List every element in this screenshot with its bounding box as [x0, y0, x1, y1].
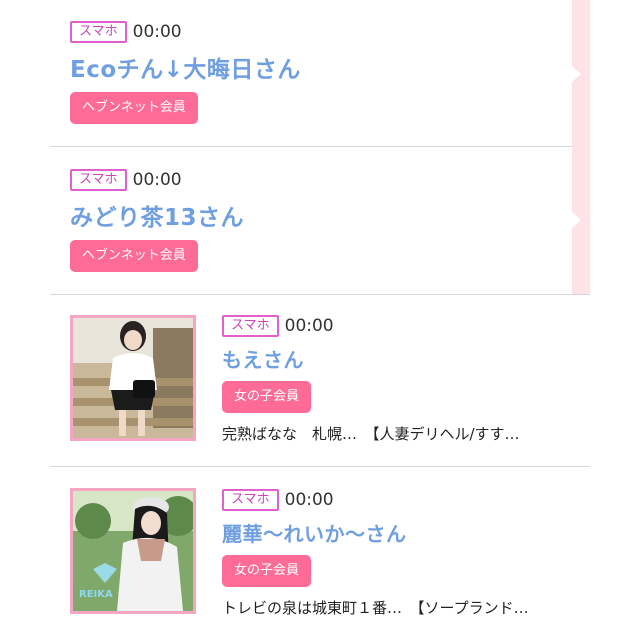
entry-meta: スマホ 00:00: [222, 314, 582, 338]
post-time: 00:00: [132, 22, 182, 42]
divider: [50, 294, 590, 295]
divider: [50, 466, 590, 467]
profile-photo[interactable]: [70, 315, 196, 441]
user-name-link[interactable]: Ecoチん↓大晦日さん: [70, 50, 610, 84]
member-type-button[interactable]: 女の子会員: [222, 381, 312, 413]
entry-meta: スマホ 00:00: [222, 488, 582, 512]
user-name-link[interactable]: みどり茶13さん: [70, 198, 610, 232]
profile-photo[interactable]: REIKA: [70, 488, 196, 614]
device-badge: スマホ: [222, 489, 279, 511]
post-time: 00:00: [284, 490, 334, 510]
member-type-button[interactable]: ヘブンネット会員: [70, 92, 198, 124]
device-badge: スマホ: [70, 21, 127, 43]
message-preview[interactable]: トレビの泉は城東町１番… 【ソープランド…: [222, 597, 582, 618]
list-item: スマホ 00:00 Ecoチん↓大晦日さん ヘブンネット会員: [70, 20, 610, 124]
member-type-button[interactable]: 女の子会員: [222, 555, 312, 587]
entry-meta: スマホ 00:00: [70, 20, 610, 44]
list-item: スマホ 00:00 麗華〜れいか〜さん 女の子会員 トレビの泉は城東町１番… 【…: [222, 488, 582, 618]
message-board-list: スマホ 00:00 Ecoチん↓大晦日さん ヘブンネット会員 スマホ 00:00…: [0, 0, 640, 640]
photo-watermark: REIKA: [79, 589, 113, 600]
list-item: スマホ 00:00 みどり茶13さん ヘブンネット会員: [70, 168, 610, 272]
device-badge: スマホ: [222, 315, 279, 337]
divider: [50, 146, 572, 147]
post-time: 00:00: [132, 170, 182, 190]
device-badge: スマホ: [70, 169, 127, 191]
entry-meta: スマホ 00:00: [70, 168, 610, 192]
user-name-link[interactable]: もえさん: [222, 344, 582, 373]
user-name-link[interactable]: 麗華〜れいか〜さん: [222, 518, 582, 547]
post-time: 00:00: [284, 316, 334, 336]
list-item: スマホ 00:00 もえさん 女の子会員 完熟ばなな 札幌… 【人妻デリヘル/す…: [222, 314, 582, 444]
member-type-button[interactable]: ヘブンネット会員: [70, 240, 198, 272]
message-preview[interactable]: 完熟ばなな 札幌… 【人妻デリヘル/すす…: [222, 423, 582, 444]
